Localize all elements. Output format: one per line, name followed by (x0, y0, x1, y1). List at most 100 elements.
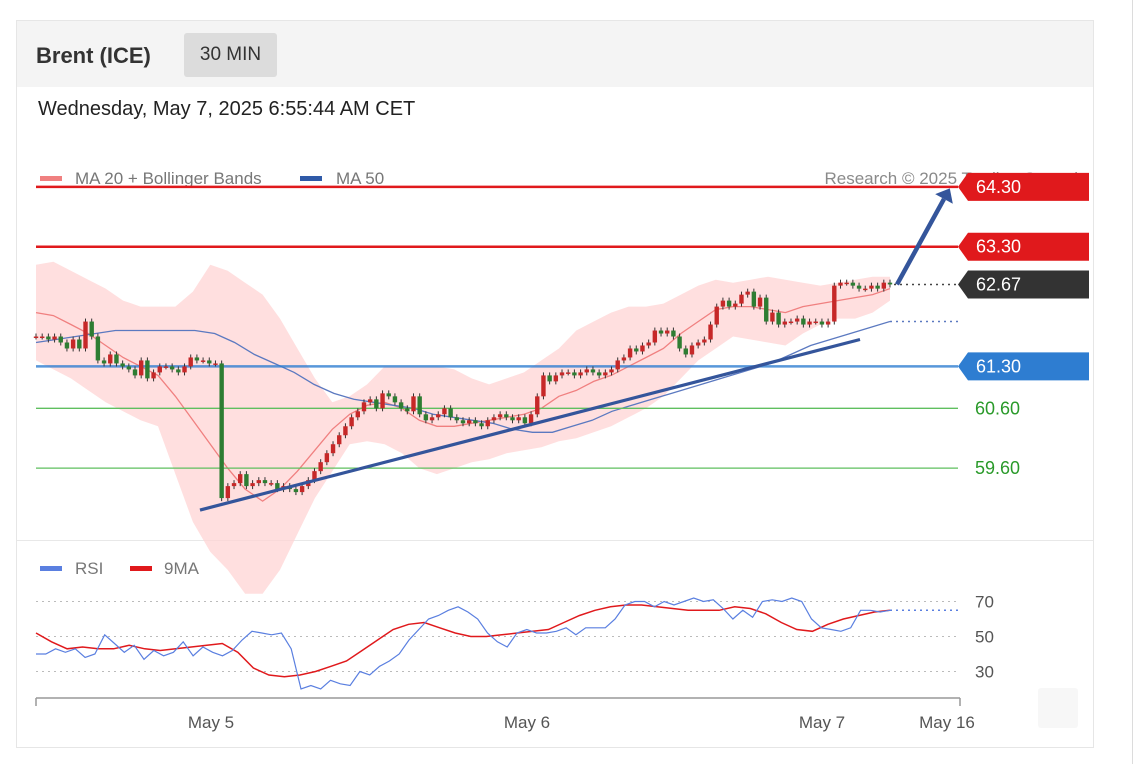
candle-body (838, 282, 843, 286)
candle-body (825, 321, 831, 325)
candle-body (720, 300, 726, 307)
candle-body (151, 372, 156, 379)
candle-body (782, 321, 787, 325)
candle-body (751, 291, 757, 307)
candle-body (231, 483, 237, 487)
candle-body (169, 366, 175, 370)
candle-body (132, 369, 138, 376)
candle-body (70, 339, 76, 349)
candle-body (219, 363, 224, 499)
candle-body (200, 360, 206, 362)
level-label-60.60: 60.60 (975, 398, 1020, 418)
candle-body (819, 321, 825, 325)
candle-body (293, 489, 299, 493)
candle-body (256, 480, 261, 484)
watermark-box (1038, 688, 1078, 728)
candle-body (634, 348, 639, 352)
candle-body (887, 282, 893, 285)
price-panel: 64.30 63.30 61.30 60.60 59.60 62.67 (33, 172, 1089, 594)
candle-body (708, 324, 713, 340)
rsi-panel: 70 50 30 (35, 593, 994, 690)
candle-body (665, 330, 670, 334)
candle-body (139, 360, 144, 376)
candle-body (770, 312, 775, 322)
candle-body (194, 357, 200, 361)
candle-body (337, 435, 342, 445)
candle-body (213, 363, 218, 365)
candle-body (163, 366, 169, 368)
candle-body (120, 363, 125, 367)
candle-body (652, 330, 658, 343)
candle-body (875, 285, 880, 289)
candle-body (745, 291, 750, 295)
candle-body (516, 417, 521, 421)
candle-body (460, 420, 466, 424)
candle-body (324, 453, 330, 463)
candle-body (572, 372, 577, 376)
candle-body (547, 375, 552, 382)
candle-body (77, 339, 82, 349)
candle-body (33, 336, 39, 339)
last-price-label: 62.67 (976, 274, 1021, 294)
projection-arrow-shaft (895, 197, 946, 286)
rsi-line (36, 597, 891, 690)
candle-body (677, 336, 682, 349)
candle-body (535, 396, 540, 415)
candle-body (683, 348, 688, 355)
rsi-legend: RSI 9MA (40, 559, 200, 578)
candle-body (497, 414, 503, 418)
candle-body (640, 345, 645, 352)
candle-body (553, 375, 559, 382)
candle-body (584, 369, 589, 373)
candle-body (714, 306, 719, 325)
rsi-ma9-line (35, 604, 891, 678)
rsi-tick-30: 30 (975, 663, 994, 682)
ma9-legend-label: 9MA (164, 559, 200, 578)
candle-body (559, 372, 565, 376)
candle-body (658, 330, 664, 334)
candle-body (126, 366, 132, 370)
candle-body (702, 339, 707, 343)
candle-body (436, 414, 441, 418)
rsi-legend-swatch (40, 566, 62, 571)
x-tick-label: May 7 (799, 713, 845, 732)
candle-body (485, 420, 490, 427)
candle-body (448, 408, 453, 418)
candle-body (114, 354, 119, 364)
candle-body (398, 402, 404, 409)
candle-body (392, 396, 398, 403)
candle-body (89, 321, 94, 337)
candle-body (466, 420, 472, 424)
candle-body (510, 417, 515, 421)
candle-body (268, 483, 274, 485)
candle-body (299, 486, 305, 493)
candle-body (108, 354, 113, 364)
candle-body (794, 318, 800, 322)
level-label-61.30: 61.30 (976, 356, 1021, 376)
candle-body (863, 288, 868, 291)
candle-body (101, 360, 107, 364)
candle-body (367, 399, 373, 403)
rsi-legend-label: RSI (75, 559, 103, 578)
x-tick-label: May 16 (919, 713, 975, 732)
candle-body (807, 321, 812, 325)
candle-body (788, 321, 794, 324)
candle-body (405, 408, 410, 412)
ma50-legend-label: MA 50 (336, 169, 384, 188)
candle-body (733, 303, 738, 307)
candle-body (689, 345, 695, 355)
candle-body (83, 321, 88, 349)
candle-body (361, 402, 367, 412)
candle-body (627, 348, 633, 358)
bollinger-band (36, 261, 890, 594)
candle-body (726, 300, 732, 307)
candle-body (479, 423, 484, 427)
candle-body (429, 417, 435, 421)
chart-svg: MA 20 + Bollinger Bands MA 50 Research ©… (33, 169, 1089, 732)
price-legend: MA 20 + Bollinger Bands MA 50 Research ©… (40, 169, 1078, 188)
candle-body (541, 375, 546, 397)
candle-body (473, 420, 478, 424)
candle-body (869, 285, 874, 289)
candle-body (442, 408, 447, 415)
candle-body (844, 282, 849, 285)
